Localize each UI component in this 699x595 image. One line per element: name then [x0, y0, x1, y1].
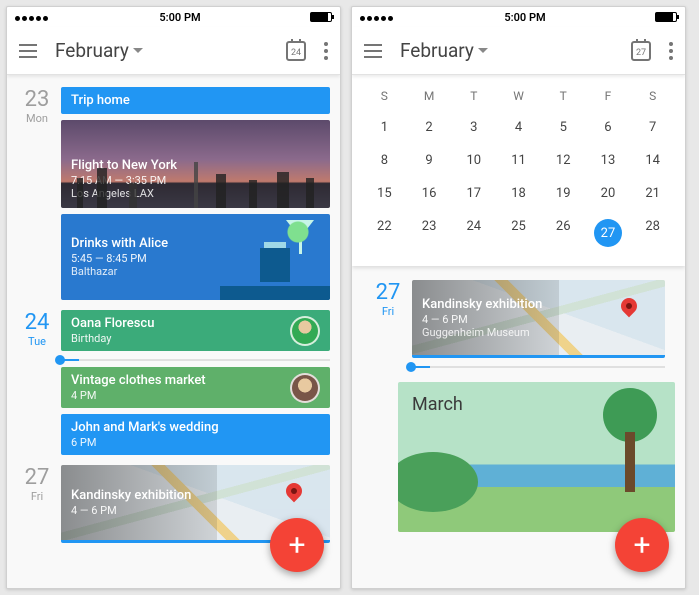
avatar-icon [290, 373, 320, 403]
status-time: 5:00 PM [159, 11, 200, 24]
month-grid: SMTWTFS 12345678910111213141516171819202… [352, 75, 685, 266]
menu-icon[interactable] [364, 44, 382, 58]
day-cell[interactable]: 13 [586, 144, 631, 177]
day-cell[interactable]: 18 [496, 177, 541, 210]
day-cell[interactable]: 16 [407, 177, 452, 210]
month-banner-label: March [412, 394, 463, 415]
day-cell[interactable]: 8 [362, 144, 407, 177]
today-icon[interactable]: 27 [631, 41, 651, 61]
event-chip[interactable]: Vintage clothes market 4 PM [61, 367, 330, 408]
phone-agenda-view: 5:00 PM February 24 23 Mon Trip home [6, 6, 341, 589]
today-icon[interactable]: 24 [286, 41, 306, 61]
weekday-header: SMTWTFS [362, 81, 675, 111]
day-row: 24 Tue Oana Florescu Birthday [7, 306, 340, 357]
day-cell[interactable]: 24 [451, 210, 496, 256]
month-label: February [400, 39, 474, 62]
event-chip-birthday[interactable]: Oana Florescu Birthday [61, 310, 330, 351]
day-row: 27 Fri Kandinsky exhibition 4 — 6 PM Gug… [358, 276, 675, 364]
day-cell[interactable]: 22 [362, 210, 407, 256]
day-cell[interactable]: 10 [451, 144, 496, 177]
overflow-menu-icon[interactable] [669, 42, 673, 60]
date-label: 23 Mon [13, 87, 61, 306]
day-cell[interactable]: 12 [541, 144, 586, 177]
status-bar: 5:00 PM [7, 7, 340, 27]
menu-icon[interactable] [19, 44, 37, 58]
event-chip-drinks[interactable]: Drinks with Alice 5:45 — 8:45 PM Balthaz… [61, 214, 330, 300]
date-label: 27 Fri [13, 465, 61, 549]
event-chip[interactable]: Trip home [61, 87, 330, 114]
chevron-down-icon [133, 48, 143, 54]
overflow-menu-icon[interactable] [324, 42, 328, 60]
day-cell[interactable]: 20 [586, 177, 631, 210]
month-picker[interactable]: February [55, 39, 143, 62]
signal-dots-icon [15, 11, 50, 24]
day-cell[interactable]: 2 [407, 111, 452, 144]
chevron-down-icon [478, 48, 488, 54]
now-indicator [412, 366, 665, 368]
status-time: 5:00 PM [504, 11, 545, 24]
day-cell[interactable]: 19 [541, 177, 586, 210]
app-bar: February 24 [7, 27, 340, 75]
day-cell[interactable]: 23 [407, 210, 452, 256]
week-row: 15161718192021 [362, 177, 675, 210]
phone-month-view: 5:00 PM February 27 SMTWTFS 123456789101… [351, 6, 686, 589]
day-cell[interactable]: 9 [407, 144, 452, 177]
day-cell[interactable]: 4 [496, 111, 541, 144]
day-cell[interactable]: 15 [362, 177, 407, 210]
date-label-today: 24 Tue [13, 310, 61, 357]
fab-add-button[interactable]: + [615, 518, 669, 572]
event-chip-map[interactable]: Kandinsky exhibition 4 — 6 PM Guggenheim… [412, 280, 665, 358]
week-row: 891011121314 [362, 144, 675, 177]
app-bar: February 27 [352, 27, 685, 75]
day-cell[interactable]: 5 [541, 111, 586, 144]
signal-dots-icon [360, 11, 395, 24]
day-row: 23 Mon Trip home Flight to New York 7:15… [7, 83, 340, 306]
event-chip-flight[interactable]: Flight to New York 7:15 AM — 3:35 PM Los… [61, 120, 330, 208]
day-cell[interactable]: 21 [630, 177, 675, 210]
day-cell[interactable]: 1 [362, 111, 407, 144]
cocktail-icon [286, 220, 314, 238]
day-row: Vintage clothes market 4 PM John and Mar… [7, 367, 340, 461]
day-cell[interactable]: 25 [496, 210, 541, 256]
day-cell[interactable]: 28 [630, 210, 675, 256]
day-cell[interactable]: 3 [451, 111, 496, 144]
day-cell[interactable]: 27 [586, 210, 631, 256]
day-cell[interactable]: 7 [630, 111, 675, 144]
month-header-banner: March [398, 382, 675, 532]
day-cell[interactable]: 6 [586, 111, 631, 144]
agenda-scroll[interactable]: 23 Mon Trip home Flight to New York 7:15… [7, 75, 340, 588]
week-row: 22232425262728 [362, 210, 675, 256]
week-row: 1234567 [362, 111, 675, 144]
status-bar: 5:00 PM [352, 7, 685, 27]
map-pin-icon [283, 480, 306, 503]
event-chip[interactable]: John and Mark's wedding 6 PM [61, 414, 330, 455]
date-label: 27 Fri [364, 280, 412, 364]
fab-add-button[interactable]: + [270, 518, 324, 572]
month-picker[interactable]: February [400, 39, 488, 62]
battery-icon [655, 12, 677, 22]
day-cell[interactable]: 26 [541, 210, 586, 256]
now-indicator [61, 359, 330, 361]
month-label: February [55, 39, 129, 62]
avatar-icon [290, 316, 320, 346]
battery-icon [310, 12, 332, 22]
day-cell[interactable]: 14 [630, 144, 675, 177]
day-cell[interactable]: 11 [496, 144, 541, 177]
day-cell[interactable]: 17 [451, 177, 496, 210]
map-pin-icon [618, 295, 641, 318]
month-scroll[interactable]: SMTWTFS 12345678910111213141516171819202… [352, 75, 685, 588]
